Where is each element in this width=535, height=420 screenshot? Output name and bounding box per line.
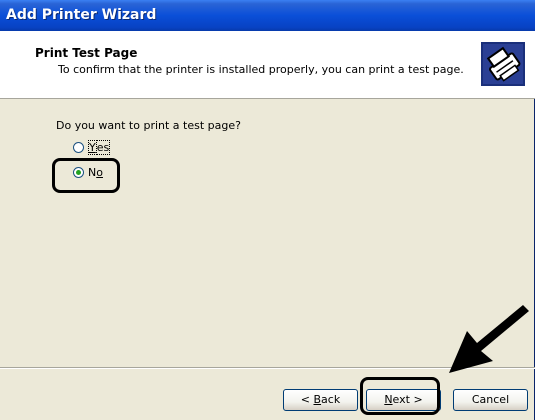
title-bar[interactable]: Add Printer Wizard	[0, 0, 535, 31]
wizard-window: Add Printer Wizard Print Test Page To co…	[0, 0, 535, 420]
question-label: Do you want to print a test page?	[56, 119, 241, 132]
wizard-header: Print Test Page To confirm that the prin…	[0, 31, 535, 99]
header-title: Print Test Page	[35, 46, 138, 60]
pointer-arrow-icon	[449, 305, 529, 373]
header-subtitle: To confirm that the printer is installed…	[58, 63, 464, 76]
back-button[interactable]: < Back	[283, 389, 358, 411]
cancel-button[interactable]: Cancel	[453, 389, 528, 411]
highlight-next-button	[360, 377, 440, 415]
radio-yes-label[interactable]: Yes	[88, 139, 111, 155]
radio-yes[interactable]: Yes	[73, 139, 111, 155]
radio-yes-button[interactable]	[73, 141, 84, 153]
printer-icon	[481, 42, 525, 86]
window-title: Add Printer Wizard	[6, 7, 157, 23]
highlight-no-option	[52, 158, 120, 193]
